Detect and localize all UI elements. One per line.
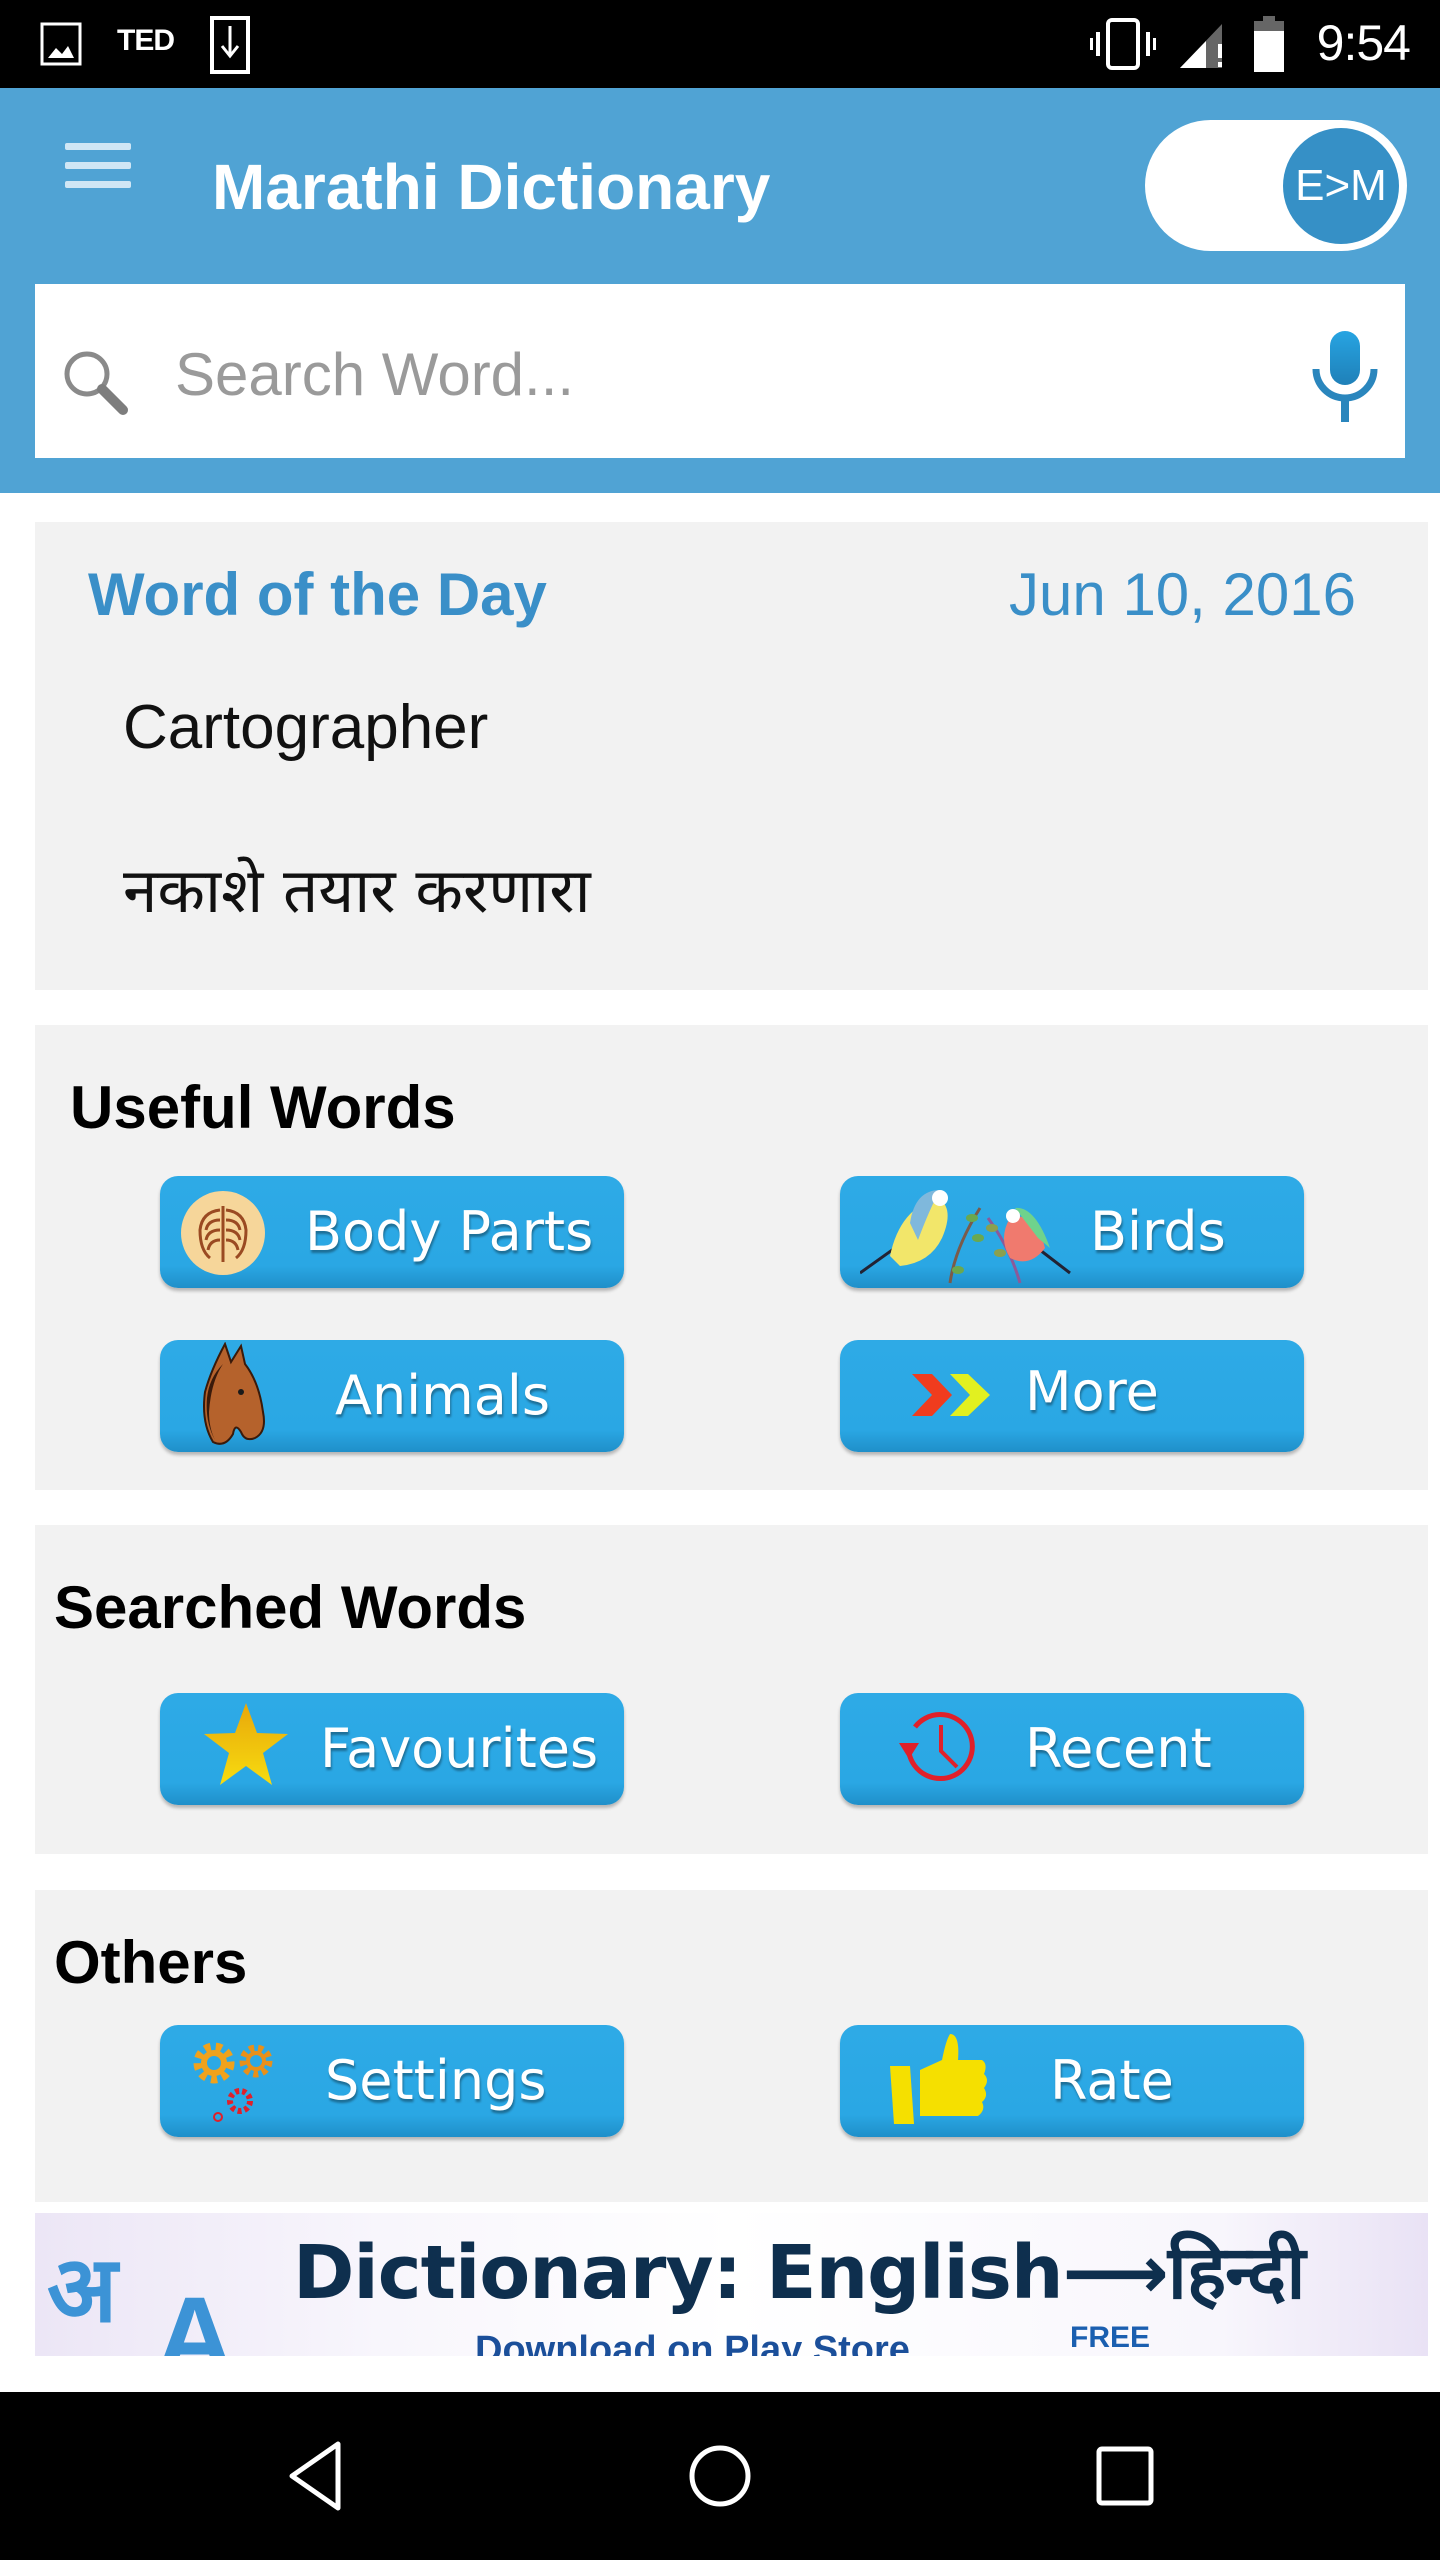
animals-button[interactable]: Animals — [160, 1340, 624, 1452]
back-icon[interactable] — [276, 2436, 356, 2516]
horse-icon — [203, 1342, 265, 1445]
signal-icon — [1180, 24, 1222, 68]
toggle-knob: E>M — [1283, 128, 1399, 244]
app-header: Marathi Dictionary E>M — [0, 88, 1440, 493]
favourites-label: Favourites — [320, 1717, 599, 1780]
recents-icon[interactable] — [1085, 2436, 1165, 2516]
word-of-the-day-date: Jun 10, 2016 — [1009, 561, 1356, 628]
useful-words-card: Useful Words Body Parts Birds Animals Mo… — [35, 1025, 1428, 1490]
ad-arrow: ⟶ — [1062, 2230, 1169, 2316]
image-notification-icon — [40, 22, 82, 66]
vibrate-icon — [1090, 18, 1156, 70]
more-label: More — [1025, 1360, 1159, 1423]
ad-logo-latin: A — [155, 2275, 235, 2356]
hamburger-line — [65, 181, 131, 188]
body-parts-label: Body Parts — [305, 1200, 594, 1263]
word-of-the-day-card[interactable]: Word of the Day Jun 10, 2016 Cartographe… — [35, 522, 1428, 990]
settings-button[interactable]: Settings — [160, 2025, 624, 2137]
useful-words-heading: Useful Words — [70, 1074, 456, 1141]
ribcage-icon — [181, 1191, 265, 1275]
ad-logo-devanagari: अ — [47, 2236, 118, 2343]
searched-words-heading: Searched Words — [54, 1574, 527, 1641]
clock-time: 9:54 — [1316, 15, 1411, 71]
recent-button[interactable]: Recent — [840, 1693, 1304, 1805]
microphone-icon[interactable] — [1310, 329, 1380, 424]
rate-button[interactable]: Rate — [840, 2025, 1304, 2137]
more-button[interactable]: More — [840, 1340, 1304, 1452]
body-parts-button[interactable]: Body Parts — [160, 1176, 624, 1288]
language-direction-toggle[interactable]: E>M — [1145, 120, 1407, 251]
rate-label: Rate — [1050, 2049, 1174, 2112]
recent-label: Recent — [1025, 1717, 1212, 1780]
ad-headline-english: Dictionary: English — [293, 2230, 1064, 2316]
home-icon[interactable] — [680, 2436, 760, 2516]
navigation-bar — [0, 2392, 1440, 2560]
status-bar: TED 9:54 — [0, 0, 1440, 88]
birds-icon — [860, 1190, 1071, 1284]
settings-label: Settings — [325, 2049, 547, 2112]
gears-icon — [193, 2042, 273, 2122]
hamburger-menu-icon — [65, 143, 131, 150]
word-of-the-day-meaning: नकाशे तयार करणारा — [123, 854, 591, 927]
ad-free-badge: FREE — [1070, 2321, 1151, 2354]
word-of-the-day-word: Cartographer — [123, 693, 489, 762]
double-chevron-icon — [912, 1374, 990, 1416]
star-icon — [204, 1703, 288, 1785]
download-notification-icon — [210, 16, 250, 74]
others-card: Others Settings Rate — [35, 1890, 1428, 2202]
searched-words-card: Searched Words Favourites Recent — [35, 1525, 1428, 1854]
ad-headline-hindi: हिन्दी — [1167, 2230, 1306, 2316]
thumbs-up-icon — [890, 2034, 987, 2124]
search-input[interactable] — [175, 324, 1275, 424]
hamburger-line — [65, 162, 131, 169]
word-of-the-day-heading: Word of the Day — [88, 561, 547, 628]
ad-headline: Dictionary: English⟶हिन्दी — [293, 2219, 1305, 2320]
ted-notification-icon: TED — [117, 24, 175, 57]
ad-banner[interactable]: अ A Dictionary: English⟶हिन्दी Download … — [35, 2213, 1428, 2356]
ad-subline: Download on Play Store — [475, 2329, 910, 2356]
history-clock-icon — [899, 1712, 975, 1782]
others-heading: Others — [54, 1929, 248, 1996]
animals-label: Animals — [335, 1364, 550, 1427]
birds-button[interactable]: Birds — [840, 1176, 1304, 1288]
battery-icon — [1254, 16, 1284, 72]
favourites-button[interactable]: Favourites — [160, 1693, 624, 1805]
app-title: Marathi Dictionary — [212, 151, 771, 223]
birds-label: Birds — [1090, 1200, 1226, 1263]
search-bar — [35, 284, 1405, 458]
menu-button[interactable] — [60, 138, 136, 208]
search-icon[interactable] — [57, 344, 137, 424]
